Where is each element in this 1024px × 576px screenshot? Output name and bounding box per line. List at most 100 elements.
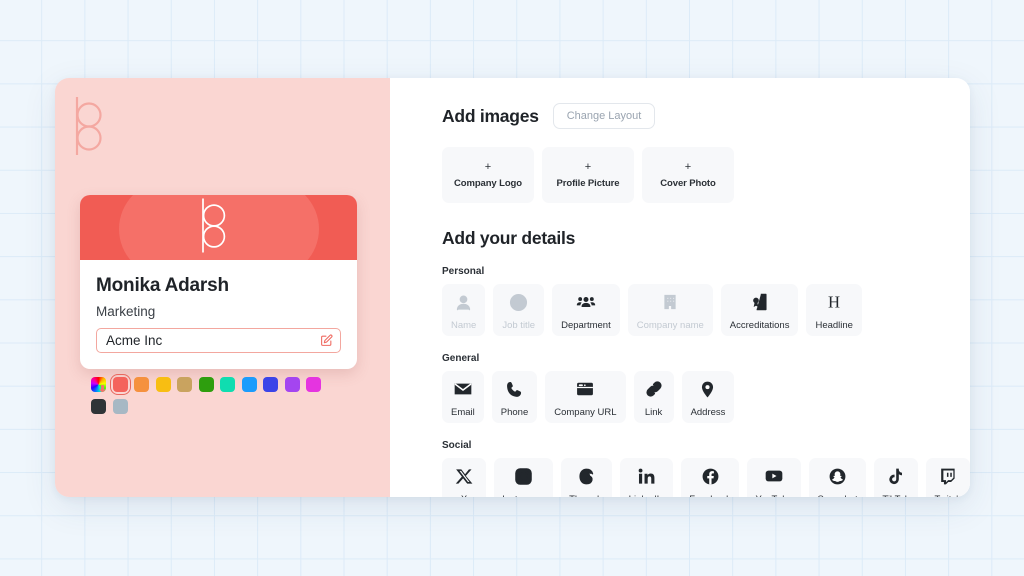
twitch-icon (938, 465, 957, 487)
upload-tile-label: Company Logo (454, 177, 522, 189)
heading-h-icon: H (824, 291, 844, 313)
upload-tile-label: Profile Picture (556, 177, 620, 189)
group-label-general: General (442, 353, 480, 364)
detail-tile-link[interactable]: Link (633, 371, 674, 423)
detail-tile-x[interactable]: X (442, 458, 486, 497)
color-amber[interactable] (155, 377, 171, 392)
swatch-color-blue[interactable] (241, 377, 257, 392)
threads-icon (577, 465, 596, 487)
detail-tile-label: Job title (502, 319, 536, 331)
swatch-color-magenta[interactable] (306, 377, 321, 392)
swatch-color-charcoal[interactable] (91, 398, 106, 414)
color-swatch-palette[interactable] (91, 373, 341, 414)
group-label-personal: Personal (442, 266, 485, 277)
add-images-header: Add images Change Layout (442, 103, 970, 129)
color-magenta[interactable] (306, 377, 321, 392)
detail-tile-job-title: Job title (493, 284, 545, 336)
color-green[interactable] (198, 377, 214, 392)
add-details-title: Add your details (442, 228, 576, 248)
detail-tile-name: Name (442, 284, 486, 336)
detail-tile-label: Department (561, 319, 611, 331)
detail-tile-label: Accreditations (729, 319, 790, 331)
preview-pane: Monika Adarsh Marketing Acme Inc (55, 78, 390, 497)
detail-tile-company-url[interactable]: Company URL (545, 371, 626, 423)
card-logo-icon (200, 197, 238, 258)
swatch-color-orange[interactable] (134, 377, 149, 392)
upload-tile-label: Cover Photo (660, 177, 716, 189)
detail-tile-company-name: Company name (627, 284, 713, 336)
detail-tile-instagram[interactable]: Instagram (494, 458, 553, 497)
swatch-color-red[interactable] (109, 373, 131, 396)
plus-icon: + (484, 160, 492, 173)
detail-tile-headline[interactable]: H Headline (806, 284, 862, 336)
add-images-title: Add images (442, 105, 539, 126)
detail-tile-label: TikTok (882, 494, 909, 497)
card-name: Monika Adarsh (96, 275, 229, 296)
tile-row-personal: Name Job title Department Company name Accre… (442, 284, 970, 336)
detail-tile-snapchat[interactable]: Snapchat (809, 458, 866, 497)
detail-tile-tiktok[interactable]: TikTok (873, 458, 918, 497)
detail-tile-address[interactable]: Address (681, 371, 735, 423)
detail-tile-twitch[interactable]: Twitch (925, 458, 970, 497)
business-card-preview[interactable]: Monika Adarsh Marketing Acme Inc (80, 195, 357, 370)
plus-icon: + (684, 160, 692, 173)
detail-tile-label: Link (644, 406, 663, 418)
company-name-value: Acme Inc (106, 333, 163, 349)
detail-tile-youtube[interactable]: YouTube (747, 458, 802, 497)
editor-pane: Add images Change Layout + Company Logo … (390, 78, 970, 497)
swatch-color-amber[interactable] (155, 377, 171, 392)
swatch-color-tan[interactable] (177, 377, 192, 392)
card-banner (80, 195, 357, 260)
change-layout-button[interactable]: Change Layout (552, 103, 656, 129)
detail-tile-label: Headline (815, 319, 853, 331)
detail-tile-phone[interactable]: Phone (491, 371, 538, 423)
color-blue[interactable] (241, 377, 257, 392)
upload-tile-profile-picture[interactable]: + Profile Picture (542, 147, 634, 203)
detail-tile-department[interactable]: Department (552, 284, 620, 336)
detail-tile-label: Facebook (689, 494, 731, 497)
swatch-color-indigo[interactable] (263, 377, 278, 392)
color-tan[interactable] (177, 377, 192, 392)
tiktok-icon (886, 465, 905, 487)
card-role: Marketing (96, 303, 156, 319)
detail-tile-label: Address (690, 406, 726, 418)
upload-tile-cover-photo[interactable]: + Cover Photo (642, 147, 734, 203)
detail-tile-threads[interactable]: Threads (560, 458, 613, 497)
tile-row-social: X Instagram Threads LinkedIn Facebook YouTube… (442, 458, 970, 497)
custom-color-picker[interactable] (91, 377, 106, 392)
color-indigo[interactable] (263, 377, 278, 392)
youtube-icon (764, 465, 784, 487)
job-badge-icon (509, 291, 528, 313)
detail-tile-linkedin[interactable]: LinkedIn (620, 458, 673, 497)
swatch-color-slate-grey[interactable] (112, 398, 128, 414)
card-body: Monika Adarsh Marketing Acme Inc (80, 260, 357, 369)
x-twitter-icon (455, 465, 474, 487)
upload-tile-company-logo[interactable]: + Company Logo (442, 147, 534, 203)
color-orange[interactable] (134, 377, 149, 392)
detail-tile-label: LinkedIn (629, 494, 665, 497)
detail-tile-facebook[interactable]: Facebook (680, 458, 740, 497)
color-slate-grey[interactable] (112, 398, 128, 414)
swatch-color-purple[interactable] (284, 377, 300, 392)
svg-text:H: H (828, 292, 840, 311)
chain-link-icon (644, 378, 664, 400)
map-pin-icon (698, 378, 717, 400)
detail-tile-accreditations[interactable]: Accreditations (720, 284, 799, 336)
detail-tile-label: Company URL (554, 406, 617, 418)
facebook-icon (701, 465, 720, 487)
company-name-input[interactable]: Acme Inc (96, 328, 341, 354)
color-purple[interactable] (284, 377, 300, 392)
edit-pencil-icon[interactable] (320, 334, 333, 347)
color-red[interactable] (112, 377, 128, 392)
card-editor-window: Monika Adarsh Marketing Acme Inc Add ima… (55, 78, 970, 497)
swatch-color-teal[interactable] (220, 377, 235, 392)
image-upload-tiles: + Company Logo + Profile Picture + Cover… (442, 147, 970, 203)
person-outline-icon (454, 291, 473, 313)
color-teal[interactable] (220, 377, 235, 392)
detail-tile-email[interactable]: Email (442, 371, 484, 423)
color-charcoal[interactable] (91, 398, 106, 414)
detail-tile-label: Phone (500, 406, 529, 418)
swatch-color-green[interactable] (198, 377, 214, 392)
swatch-custom-color-picker[interactable] (91, 377, 106, 392)
people-group-icon (576, 291, 596, 313)
